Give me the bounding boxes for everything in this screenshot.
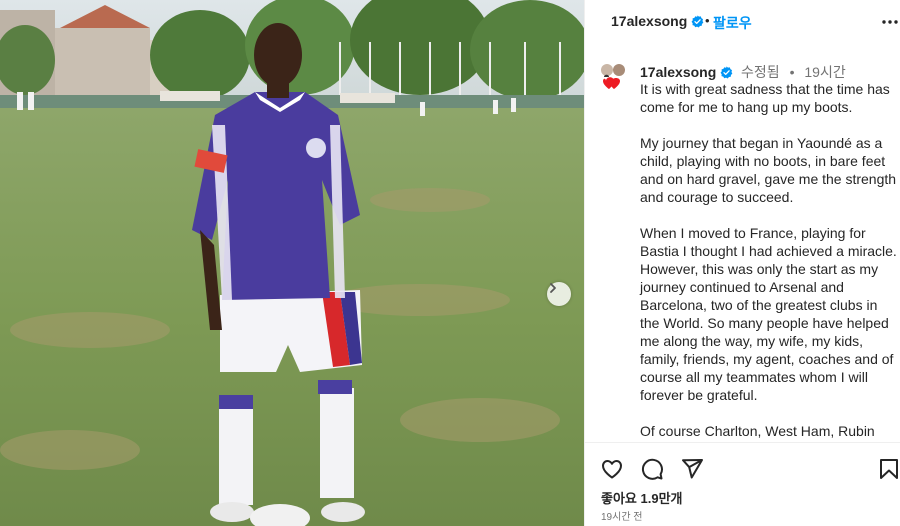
photo-image — [0, 0, 584, 526]
action-bar: 좋아요 1.9만개 19시간 전 — [585, 442, 900, 526]
share-icon[interactable] — [680, 457, 704, 481]
caption-meta-row: 17alexsong 수정됨 • 19시간 — [640, 62, 846, 82]
follow-button[interactable]: 팔로우 — [713, 13, 752, 33]
caption-time[interactable]: 19시간 — [804, 64, 845, 80]
caption-avatar[interactable] — [599, 61, 629, 91]
bookmark-icon[interactable] — [877, 457, 900, 481]
caption-paragraph: My journey that began in Yaoundé as a ch… — [640, 135, 897, 205]
chevron-right-icon — [550, 283, 556, 293]
next-photo-button[interactable] — [547, 282, 571, 306]
caption-username[interactable]: 17alexsong — [640, 64, 716, 80]
caption-verified-badge-icon — [720, 66, 733, 79]
caption-area[interactable]: 17alexsong 수정됨 • 19시간 It is with great s… — [585, 46, 900, 442]
post-time-ago[interactable]: 19시간 전 — [601, 508, 643, 523]
more-options-icon[interactable] — [881, 15, 899, 29]
caption-paragraph: It is with great sadness that the time h… — [640, 81, 890, 115]
post-side-panel: 17alexsong • 팔로우 17alexsong 수정됨 • 19시간 I… — [584, 0, 900, 526]
header-username[interactable]: 17alexsong — [611, 13, 704, 29]
verified-badge-icon — [691, 15, 704, 28]
caption-paragraph: When I moved to France, playing for Bast… — [640, 225, 897, 403]
heart-icon[interactable] — [600, 457, 624, 481]
comment-icon[interactable] — [640, 457, 664, 481]
edited-label: 수정됨 — [741, 64, 780, 80]
caption-paragraph: Of course Charlton, West Ham, Rubin — [640, 423, 875, 439]
caption-separator: • — [789, 64, 795, 80]
likes-count[interactable]: 좋아요 1.9만개 — [601, 488, 682, 507]
header-username-text[interactable]: 17alexsong — [611, 13, 687, 29]
post-photo[interactable] — [0, 0, 584, 526]
post-header: 17alexsong • 팔로우 — [585, 0, 900, 45]
caption-text: It is with great sadness that the time h… — [640, 80, 900, 442]
header-separator: • — [705, 13, 710, 28]
